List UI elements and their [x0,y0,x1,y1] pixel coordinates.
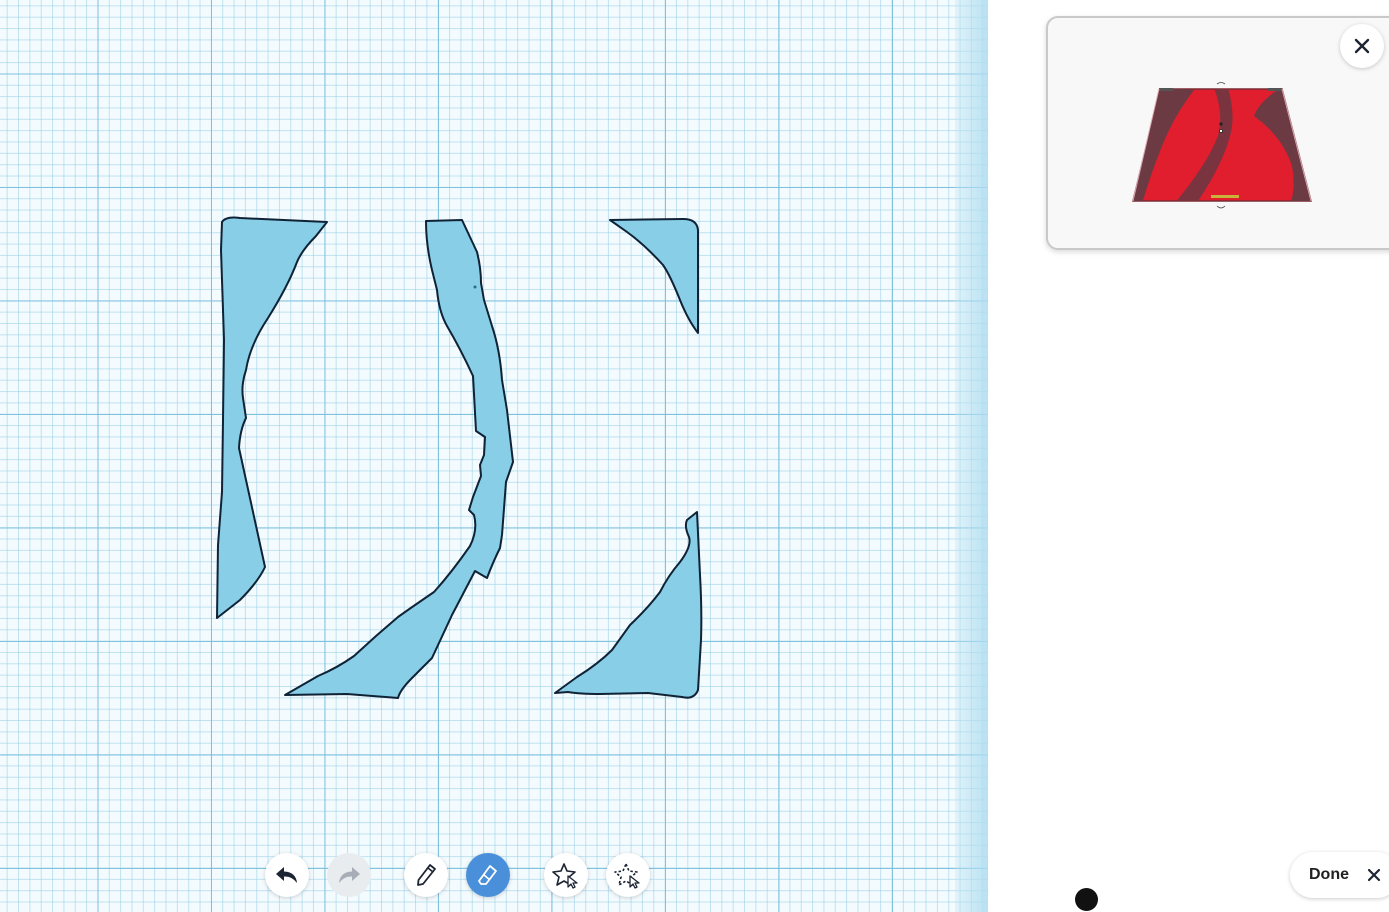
undo-arrow-icon [276,867,297,883]
close-icon [1354,38,1370,54]
pencil-icon [417,864,436,886]
star-cursor-icon [552,863,578,889]
sketch-anchor-point [473,285,477,289]
sketch-shape-top-right-triangle[interactable] [609,218,699,334]
undo-button[interactable] [265,853,309,897]
sketch-shape-center-curve[interactable] [284,219,514,699]
redo-arrow-icon [339,867,360,883]
done-button[interactable]: Done [1290,852,1389,898]
redo-button[interactable] [327,853,371,897]
model-preview [1132,82,1312,209]
eraser-tool-button[interactable] [466,853,510,897]
sketch-shape-left-bar[interactable] [216,216,328,619]
sketch-shape-bottom-right-triangle[interactable] [554,511,703,699]
preview-3d-model [1132,82,1312,209]
dashed-star-cursor-icon [614,863,640,889]
eraser-icon [478,865,497,885]
close-icon [1367,868,1381,882]
done-button-label: Done [1309,866,1349,883]
pointer-cursor-dot [1075,888,1098,911]
pencil-tool-button[interactable] [404,853,448,897]
select-shape-tool-button[interactable] [606,853,650,897]
sketch-shapes[interactable] [0,0,988,912]
add-shape-tool-button[interactable] [544,853,588,897]
preview-close-button[interactable] [1340,24,1384,68]
